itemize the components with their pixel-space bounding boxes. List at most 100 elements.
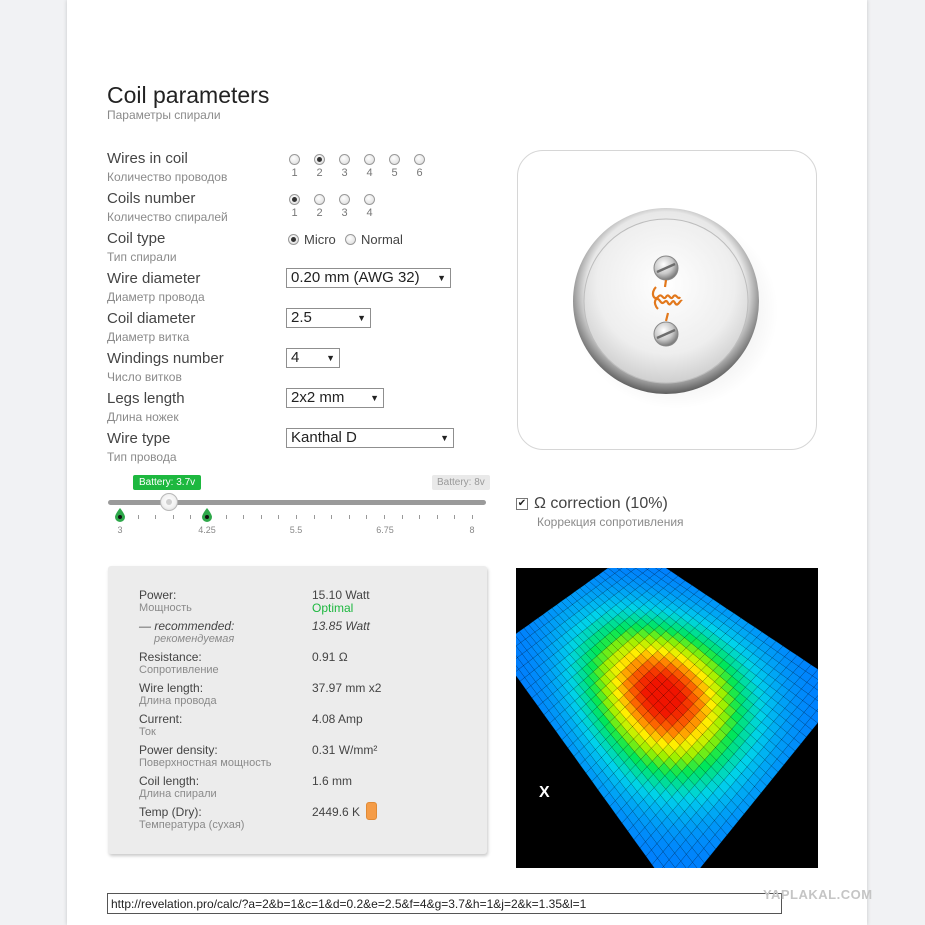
wires-radio-2[interactable] [314, 154, 325, 165]
chevron-down-icon: ▼ [437, 273, 446, 283]
wires-radio-1[interactable] [289, 154, 300, 165]
wire-diameter-select[interactable]: 0.20 mm (AWG 32) ▼ [286, 268, 451, 288]
correction-sublabel: Коррекция сопротивления [537, 515, 684, 529]
coil-type-micro-label: Micro [304, 232, 336, 247]
wires-radio-4[interactable] [364, 154, 375, 165]
coils-option-2[interactable]: 2 [307, 194, 332, 219]
wire-type-select[interactable]: Kanthal D ▼ [286, 428, 454, 448]
coil-diameter-sublabel: Диаметр витка [107, 330, 190, 344]
power-label: Power: [139, 588, 177, 602]
coil-diameter-label: Coil diameter [107, 310, 196, 327]
wire-diameter-sublabel: Диаметр провода [107, 290, 205, 304]
battery-slider-tick [454, 515, 456, 519]
wires-radio-6[interactable] [414, 154, 425, 165]
wires-option-3[interactable]: 3 [332, 154, 357, 179]
windings-sublabel: Число витков [107, 370, 182, 384]
legs-sublabel: Длина ножек [107, 410, 179, 424]
wires-radio-label: 6 [416, 167, 423, 179]
battery-slider-tick [419, 515, 421, 519]
coils-radio-3[interactable] [339, 194, 350, 205]
wire-length-label: Wire length: [139, 681, 204, 695]
temp-value: 2449.6 K [312, 805, 361, 819]
wires-option-1[interactable]: 1 [282, 154, 307, 179]
coils-radio-2[interactable] [314, 194, 325, 205]
wire-length-sublabel: Длина провода [139, 695, 217, 707]
chevron-down-icon: ▼ [440, 433, 449, 443]
coil-length-value: 1.6 mm [312, 774, 353, 788]
battery-slider-tick [243, 515, 245, 519]
wire-length-value: 37.97 mm x2 [312, 681, 382, 695]
coils-option-3[interactable]: 3 [332, 194, 357, 219]
correction-checkbox[interactable]: ✔ [516, 498, 528, 510]
coils-radio-label: 3 [341, 207, 348, 219]
battery-max-badge: Battery: 8v [432, 475, 490, 490]
page-title: Coil parameters [107, 82, 270, 108]
battery-slider-tick [260, 515, 262, 519]
share-url-field[interactable] [107, 893, 782, 914]
battery-slider-tick [313, 515, 315, 519]
coils-option-1[interactable]: 1 [282, 194, 307, 219]
windings-select[interactable]: 4 ▼ [286, 348, 340, 368]
coil-length-label: Coil length: [139, 774, 200, 788]
correction-option[interactable]: ✔ Ω correction (10%) [516, 495, 668, 513]
battery-tick-label: 5.5 [289, 525, 303, 535]
windings-label: Windings number [107, 350, 224, 367]
power-density-sublabel: Поверхностная мощность [139, 757, 272, 769]
battery-tick-label: 4.25 [198, 525, 216, 535]
power-status: Optimal [312, 601, 354, 615]
battery-tick-label: 8 [469, 525, 475, 535]
power-density-label: Power density: [139, 743, 218, 757]
wires-radio-3[interactable] [339, 154, 350, 165]
battery-slider-tick [472, 515, 473, 519]
coils-radio-group: 1 2 3 4 [282, 194, 382, 219]
wires-radio-label: 5 [391, 167, 398, 179]
coil-type-normal[interactable]: Normal [345, 232, 403, 247]
correction-label: Ω correction (10%) [534, 495, 668, 512]
coils-radio-4[interactable] [364, 194, 375, 205]
wires-option-6[interactable]: 6 [407, 154, 432, 179]
chevron-down-icon: ▼ [326, 353, 335, 363]
wires-radio-group: 1 2 3 4 5 6 [282, 154, 432, 179]
temp-sublabel: Температура (сухая) [139, 819, 245, 831]
wires-radio-label: 3 [341, 167, 348, 179]
battery-current-badge: Battery: 3.7v [133, 475, 202, 490]
current-sublabel: Ток [139, 726, 156, 738]
wires-option-5[interactable]: 5 [382, 154, 407, 179]
wires-label: Wires in coil [107, 150, 188, 167]
legs-select[interactable]: 2x2 mm ▼ [286, 388, 384, 408]
coils-radio-label: 4 [366, 207, 373, 219]
wires-option-4[interactable]: 4 [357, 154, 382, 179]
coil-diameter-select[interactable]: 2.5 ▼ [286, 308, 371, 328]
current-label: Current: [139, 712, 183, 726]
range-min-marker-icon [115, 508, 125, 522]
coil-type-micro-radio[interactable] [288, 234, 299, 245]
power-sublabel: Мощность [139, 602, 192, 614]
wires-option-2[interactable]: 2 [307, 154, 332, 179]
coil-preview-box [517, 150, 817, 450]
coil-type-normal-label: Normal [361, 232, 403, 247]
coils-label: Coils number [107, 190, 196, 207]
wires-radio-5[interactable] [389, 154, 400, 165]
wire-type-label: Wire type [107, 430, 171, 447]
power-value: 15.10 Watt [312, 588, 370, 602]
temp-label: Temp (Dry): [139, 805, 202, 819]
coils-sublabel: Количество спиралей [107, 210, 228, 224]
heat-map-marker: X [539, 784, 550, 801]
coil-type-micro[interactable]: Micro [288, 232, 336, 247]
battery-slider-tick [278, 515, 280, 519]
coil-type-label: Coil type [107, 230, 166, 247]
wires-radio-label: 1 [291, 167, 298, 179]
wires-radio-label: 4 [366, 167, 373, 179]
heat-surface-graphic [516, 568, 818, 868]
coil-length-sublabel: Длина спирали [139, 788, 217, 800]
coils-option-4[interactable]: 4 [357, 194, 382, 219]
recommended-value: 13.85 Watt [312, 619, 370, 633]
legs-label: Legs length [107, 390, 185, 407]
coils-radio-1[interactable] [289, 194, 300, 205]
coil-type-normal-radio[interactable] [345, 234, 356, 245]
battery-slider-tick [384, 515, 385, 519]
current-value: 4.08 Amp [312, 712, 363, 726]
battery-tick-label: 3 [117, 525, 123, 535]
coil-diameter-value: 2.5 [291, 309, 312, 326]
battery-slider-tick [296, 515, 297, 519]
